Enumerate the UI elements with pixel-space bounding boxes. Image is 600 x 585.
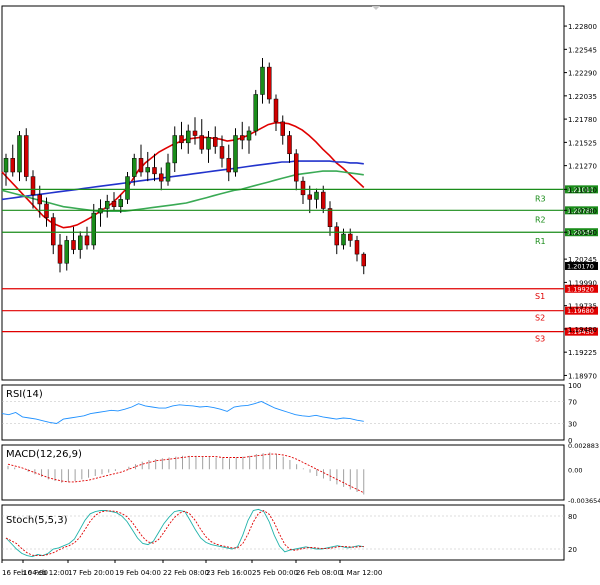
candle-body bbox=[253, 94, 258, 132]
x-tick-label: 16 Feb 12:00 bbox=[23, 569, 69, 577]
candle-body bbox=[37, 194, 42, 205]
candle-body bbox=[233, 135, 238, 173]
candle-body bbox=[354, 240, 360, 255]
candle-body bbox=[334, 226, 339, 246]
rsi-label: RSI(14) bbox=[6, 389, 43, 400]
candle-body bbox=[300, 180, 306, 196]
candle-body bbox=[213, 137, 218, 147]
price-tick-label: 1.19225 bbox=[568, 349, 597, 357]
candle-body bbox=[287, 135, 292, 155]
price-tick-label: 1.22290 bbox=[568, 70, 597, 78]
candle-body bbox=[64, 240, 69, 264]
x-tick-label: 19 Feb 04:00 bbox=[115, 569, 161, 577]
candle-body bbox=[3, 158, 9, 173]
candle-body bbox=[105, 200, 110, 209]
price-tick-label: 1.22545 bbox=[568, 46, 597, 54]
candle-body bbox=[186, 130, 191, 144]
candle-body bbox=[206, 137, 211, 150]
rsi-tick-label: 100 bbox=[568, 382, 581, 390]
candle-body bbox=[51, 217, 56, 246]
candle-body bbox=[267, 66, 272, 100]
macd-tick-label: 0.002883 bbox=[568, 442, 599, 450]
candle-body bbox=[138, 158, 144, 173]
stoch-label: Stoch(5,5,3) bbox=[6, 515, 68, 526]
candle-body bbox=[24, 135, 29, 177]
main-frame bbox=[1, 5, 565, 381]
candle-body bbox=[327, 208, 333, 228]
candle-body bbox=[71, 240, 76, 250]
level-label-r1: R1 bbox=[535, 237, 546, 246]
stoch-frame bbox=[1, 504, 565, 561]
price-tick-label: 1.20540 bbox=[568, 229, 597, 237]
stoch-tick-label: 80 bbox=[568, 513, 577, 521]
candle-body bbox=[280, 121, 285, 136]
candle-body bbox=[219, 146, 225, 159]
candle-body bbox=[179, 135, 184, 144]
candle-body bbox=[341, 233, 346, 246]
price-tick-label: 1.18970 bbox=[568, 372, 597, 380]
candle-body bbox=[172, 135, 177, 164]
candle-body bbox=[240, 135, 245, 141]
candle-body bbox=[111, 200, 117, 207]
macd-tick-label: -0.003654 bbox=[568, 497, 600, 505]
candle-body bbox=[361, 253, 366, 267]
candle-body bbox=[57, 244, 63, 264]
forex-chart: R31.21010R21.20780R11.20540S11.19920S21.… bbox=[1, 5, 600, 577]
price-tick-label: 1.19735 bbox=[568, 303, 597, 311]
candle-body bbox=[199, 135, 204, 150]
price-tick-label: 1.20245 bbox=[568, 256, 597, 264]
price-tick-label: 1.21270 bbox=[568, 163, 597, 171]
level-label-r3: R3 bbox=[535, 194, 546, 203]
price-tick-label: 1.21525 bbox=[568, 139, 597, 147]
candle-body bbox=[294, 153, 299, 182]
candle-body bbox=[165, 162, 171, 182]
x-tick-label: 23 Feb 16:00 bbox=[206, 569, 252, 577]
candle-body bbox=[10, 158, 15, 173]
x-tick-label: 1 Mar 12:00 bbox=[340, 569, 382, 577]
candle-body bbox=[152, 167, 157, 175]
candle-body bbox=[348, 233, 353, 241]
candle-body bbox=[226, 158, 231, 173]
rsi-frame bbox=[1, 384, 565, 441]
price-tick-label: 1.21780 bbox=[568, 116, 597, 124]
candle-body bbox=[307, 194, 312, 200]
x-tick-label: 22 Feb 08:00 bbox=[163, 569, 209, 577]
candle-body bbox=[314, 191, 319, 200]
candle-body bbox=[125, 176, 130, 200]
level-label-s3: S3 bbox=[535, 335, 545, 344]
macd-tick-label: 0.00 bbox=[568, 466, 582, 474]
price-tick-label: 1.21010 bbox=[568, 186, 597, 194]
candle-body bbox=[17, 135, 22, 173]
candle-body bbox=[246, 130, 252, 141]
x-tick-label: 26 Feb 08:00 bbox=[296, 569, 342, 577]
x-tick-label: 17 Feb 20:00 bbox=[68, 569, 114, 577]
candle-body bbox=[192, 130, 198, 136]
candle-body bbox=[30, 176, 36, 196]
stoch-tick-label: 20 bbox=[568, 546, 577, 554]
candle-body bbox=[260, 66, 265, 95]
rsi-tick-label: 70 bbox=[568, 399, 577, 407]
rsi-tick-label: 30 bbox=[568, 421, 577, 429]
macd-label: MACD(12,26,9) bbox=[6, 449, 82, 460]
candle-body bbox=[321, 191, 326, 209]
price-tick-label: 1.19990 bbox=[568, 279, 597, 287]
price-tick-label: 1.20780 bbox=[568, 207, 597, 215]
macd-frame bbox=[1, 444, 565, 501]
candle-body bbox=[145, 167, 150, 173]
chart-window: R3 1.21010 R2 1.20780 R1 1.20540 S1 1.19920 S2 1.… bbox=[0, 0, 600, 581]
level-label-s2: S2 bbox=[535, 314, 545, 323]
candle-body bbox=[118, 199, 123, 207]
candle-body bbox=[84, 235, 90, 246]
level-label-s1: S1 bbox=[535, 292, 545, 301]
price-tick-label: 1.22035 bbox=[568, 93, 597, 101]
candle-body bbox=[91, 212, 96, 246]
price-tick-label: 1.19480 bbox=[568, 326, 597, 334]
candle-body bbox=[132, 158, 137, 177]
candle-body bbox=[159, 173, 164, 182]
price-tick-label: 1.22800 bbox=[568, 23, 597, 31]
level-label-r2: R2 bbox=[535, 215, 546, 224]
x-tick-label: 25 Feb 00:00 bbox=[252, 569, 298, 577]
candle-body bbox=[78, 235, 83, 250]
candle-body bbox=[273, 98, 279, 123]
